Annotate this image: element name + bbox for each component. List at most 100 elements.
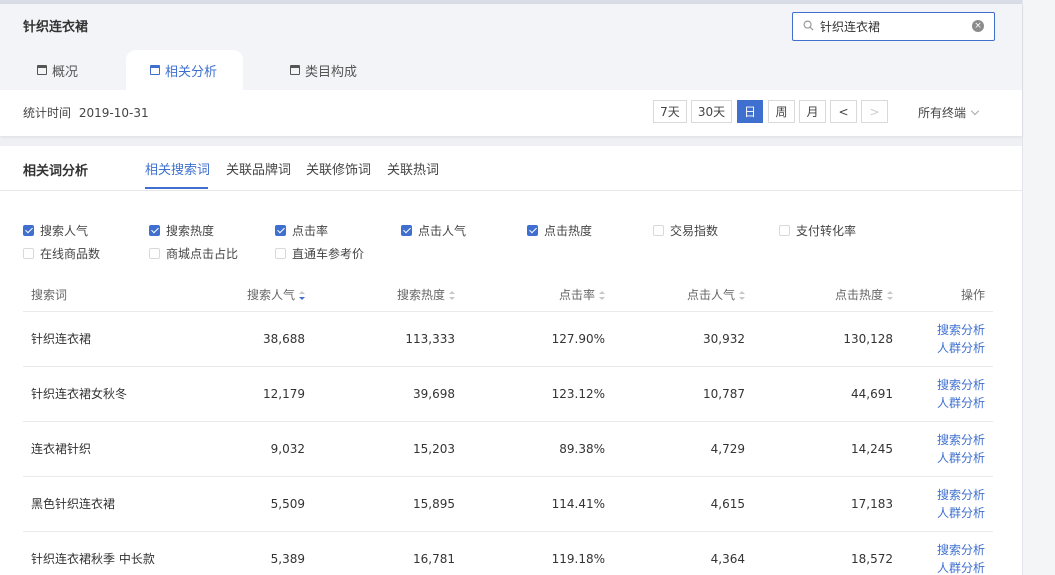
checkbox[interactable] [401,225,412,236]
sort-icon[interactable] [887,290,893,300]
crowd-analysis-link[interactable]: 人群分析 [909,504,985,522]
period-month-button[interactable]: 月 [799,100,826,123]
sort-icon[interactable] [599,290,605,300]
cell-click-rate: 89.38% [463,421,613,477]
cell-keyword: 黑色针织连衣裙 [23,476,193,532]
crowd-analysis-link[interactable]: 人群分析 [909,339,985,357]
subtab-related-search[interactable]: 相关搜索词 [145,159,210,178]
prev-date-button[interactable]: < [830,100,857,123]
metric-search-heat[interactable]: 搜索热度 [149,222,214,239]
sort-icon[interactable] [299,290,305,300]
cell-click-popularity: 4,729 [613,421,753,477]
checkbox[interactable] [653,225,664,236]
metric-label: 在线商品数 [40,247,101,261]
checkbox[interactable] [23,248,34,259]
search-analysis-link[interactable]: 搜索分析 [909,376,985,394]
col-click-rate[interactable]: 点击率 [463,278,613,312]
cell-click-popularity: 10,787 [613,366,753,422]
cell-search-popularity: 5,509 [193,476,313,532]
tab-label: 概况 [52,64,79,80]
terminal-select[interactable]: 所有终端 [918,104,980,121]
metric-click-popularity[interactable]: 点击人气 [401,222,466,239]
search-input[interactable] [820,16,970,37]
divider [0,190,1022,191]
crowd-analysis-link[interactable]: 人群分析 [909,559,985,575]
bag-icon [290,65,300,75]
checkbox[interactable] [275,225,286,236]
col-label: 搜索热度 [396,287,445,302]
next-date-button[interactable]: > [861,100,888,123]
col-label: 点击热度 [834,287,883,302]
header-card: 针织连衣裙 × 概况 相关分析 类目构成 统计时间 2019-10-31 7天 … [0,4,1022,136]
metric-click-heat[interactable]: 点击热度 [527,222,592,239]
chevron-down-icon [970,106,980,115]
checkbox[interactable] [275,248,286,259]
active-subtab-indicator [145,187,208,189]
metric-label: 交易指数 [670,224,719,238]
cell-search-popularity: 9,032 [193,421,313,477]
checkbox[interactable] [23,225,34,236]
metric-label: 商城点击占比 [166,247,239,261]
col-click-heat[interactable]: 点击热度 [753,278,901,312]
crowd-analysis-link[interactable]: 人群分析 [909,449,985,467]
tab-overview[interactable]: 概况 [37,50,78,90]
metric-pay-conversion[interactable]: 支付转化率 [779,222,856,239]
cell-click-rate: 119.18% [463,531,613,575]
cell-click-rate: 123.12% [463,366,613,422]
col-actions: 操作 [901,278,993,312]
metric-ztc-ref-price[interactable]: 直通车参考价 [275,245,364,262]
metric-label: 搜索人气 [40,224,89,238]
period-7d-button[interactable]: 7天 [653,100,687,123]
table-row: 针织连衣裙女秋冬 12,179 39,698 123.12% 10,787 44… [23,366,993,422]
related-words-panel: 相关词分析 相关搜索词 关联品牌词 关联修饰词 关联热词 搜索人气 搜索热度 点… [0,146,1022,575]
metric-trade-index[interactable]: 交易指数 [653,222,718,239]
metric-mall-click-share[interactable]: 商城点击占比 [149,245,238,262]
table-row: 黑色针织连衣裙 5,509 15,895 114.41% 4,615 17,18… [23,476,993,532]
checkbox[interactable] [779,225,790,236]
tab-category-composition[interactable]: 类目构成 [290,50,357,90]
checkbox[interactable] [149,248,160,259]
search-analysis-link[interactable]: 搜索分析 [909,431,985,449]
table-row: 连衣裙针织 9,032 15,203 89.38% 4,729 14,245 搜… [23,421,993,477]
checkbox[interactable] [149,225,160,236]
cell-search-popularity: 38,688 [193,311,313,367]
search-box[interactable]: × [792,12,995,41]
search-analysis-link[interactable]: 搜索分析 [909,486,985,504]
cell-search-heat: 113,333 [313,311,463,367]
col-search-heat[interactable]: 搜索热度 [313,278,463,312]
subtab-hot-words[interactable]: 关联热词 [387,159,439,178]
period-week-button[interactable]: 周 [768,100,795,123]
col-search-popularity[interactable]: 搜索人气 [193,278,313,312]
checkbox[interactable] [527,225,538,236]
col-label: 点击率 [558,287,595,302]
sort-icon[interactable] [739,290,745,300]
period-day-button[interactable]: 日 [737,100,763,123]
stat-time-label: 统计时间 [23,106,72,120]
subtab-brand-words[interactable]: 关联品牌词 [226,159,291,178]
sort-icon[interactable] [449,290,455,300]
metric-search-popularity[interactable]: 搜索人气 [23,222,88,239]
subtab-modifier-words[interactable]: 关联修饰词 [306,159,371,178]
search-analysis-link[interactable]: 搜索分析 [909,541,985,559]
search-analysis-link[interactable]: 搜索分析 [909,321,985,339]
cell-search-heat: 16,781 [313,531,463,575]
metric-label: 点击热度 [544,224,593,238]
tab-label: 相关分析 [165,64,218,80]
metric-click-rate[interactable]: 点击率 [275,222,328,239]
tab-related-analysis[interactable]: 相关分析 [126,50,244,90]
page-title: 针织连衣裙 [23,20,89,35]
cell-click-heat: 14,245 [753,421,901,477]
cell-search-heat: 39,698 [313,366,463,422]
metric-online-items[interactable]: 在线商品数 [23,245,100,262]
cell-click-popularity: 30,932 [613,311,753,367]
cell-click-heat: 17,183 [753,476,901,532]
table-header-row: 搜索词 搜索人气 搜索热度 点击率 点击人气 点击热度 操作 [23,278,993,312]
col-click-popularity[interactable]: 点击人气 [613,278,753,312]
main-tabs: 概况 相关分析 类目构成 [0,50,1022,90]
terminal-label: 所有终端 [918,106,967,120]
cell-actions: 搜索分析 人群分析 [901,421,993,477]
clear-search-icon[interactable]: × [972,20,984,32]
cell-click-popularity: 4,364 [613,531,753,575]
period-30d-button[interactable]: 30天 [691,100,732,123]
crowd-analysis-link[interactable]: 人群分析 [909,394,985,412]
